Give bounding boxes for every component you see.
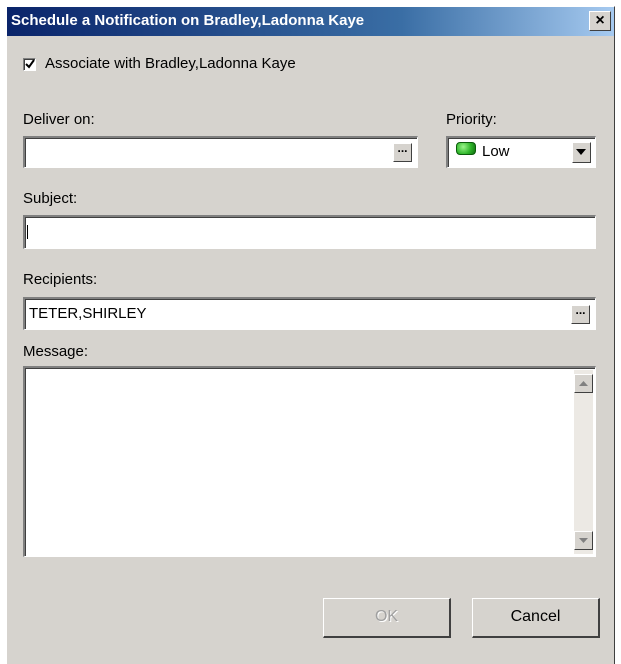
- deliver-on-browse-button[interactable]: ...: [393, 142, 412, 162]
- ok-button[interactable]: OK: [323, 598, 451, 638]
- subject-input[interactable]: [23, 215, 596, 249]
- checkmark-icon: [25, 59, 35, 69]
- associate-checkbox[interactable]: [23, 58, 36, 71]
- recipients-input[interactable]: TETER,SHIRLEY ...: [23, 297, 596, 330]
- scroll-down-button[interactable]: [574, 531, 593, 550]
- close-button[interactable]: ×: [589, 11, 611, 31]
- text-cursor: [27, 225, 28, 239]
- cancel-button[interactable]: Cancel: [472, 598, 600, 638]
- message-scrollbar[interactable]: [574, 370, 593, 554]
- chevron-down-icon: [579, 538, 588, 543]
- priority-select[interactable]: Low: [446, 136, 596, 168]
- message-textarea[interactable]: [23, 366, 596, 557]
- scroll-up-button[interactable]: [574, 374, 593, 393]
- schedule-notification-dialog: Schedule a Notification on Bradley,Ladon…: [6, 6, 615, 664]
- priority-indicator-icon: [456, 142, 476, 155]
- deliver-on-input[interactable]: ...: [23, 136, 418, 168]
- chevron-up-icon: [579, 381, 588, 386]
- chevron-down-icon: [576, 149, 586, 155]
- deliver-on-label: Deliver on:: [23, 111, 95, 128]
- associate-label: Associate with Bradley,Ladonna Kaye: [45, 55, 296, 72]
- message-label: Message:: [23, 343, 89, 360]
- title-bar[interactable]: Schedule a Notification on Bradley,Ladon…: [7, 7, 614, 36]
- dialog-title: Schedule a Notification on Bradley,Ladon…: [11, 12, 365, 29]
- recipients-value: TETER,SHIRLEY: [29, 305, 147, 322]
- recipients-label: Recipients:: [23, 271, 98, 288]
- priority-label: Priority:: [446, 111, 497, 128]
- priority-dropdown-button[interactable]: [572, 142, 591, 163]
- recipients-browse-button[interactable]: ...: [571, 304, 590, 324]
- priority-value: Low: [482, 143, 510, 160]
- subject-label: Subject:: [23, 190, 78, 207]
